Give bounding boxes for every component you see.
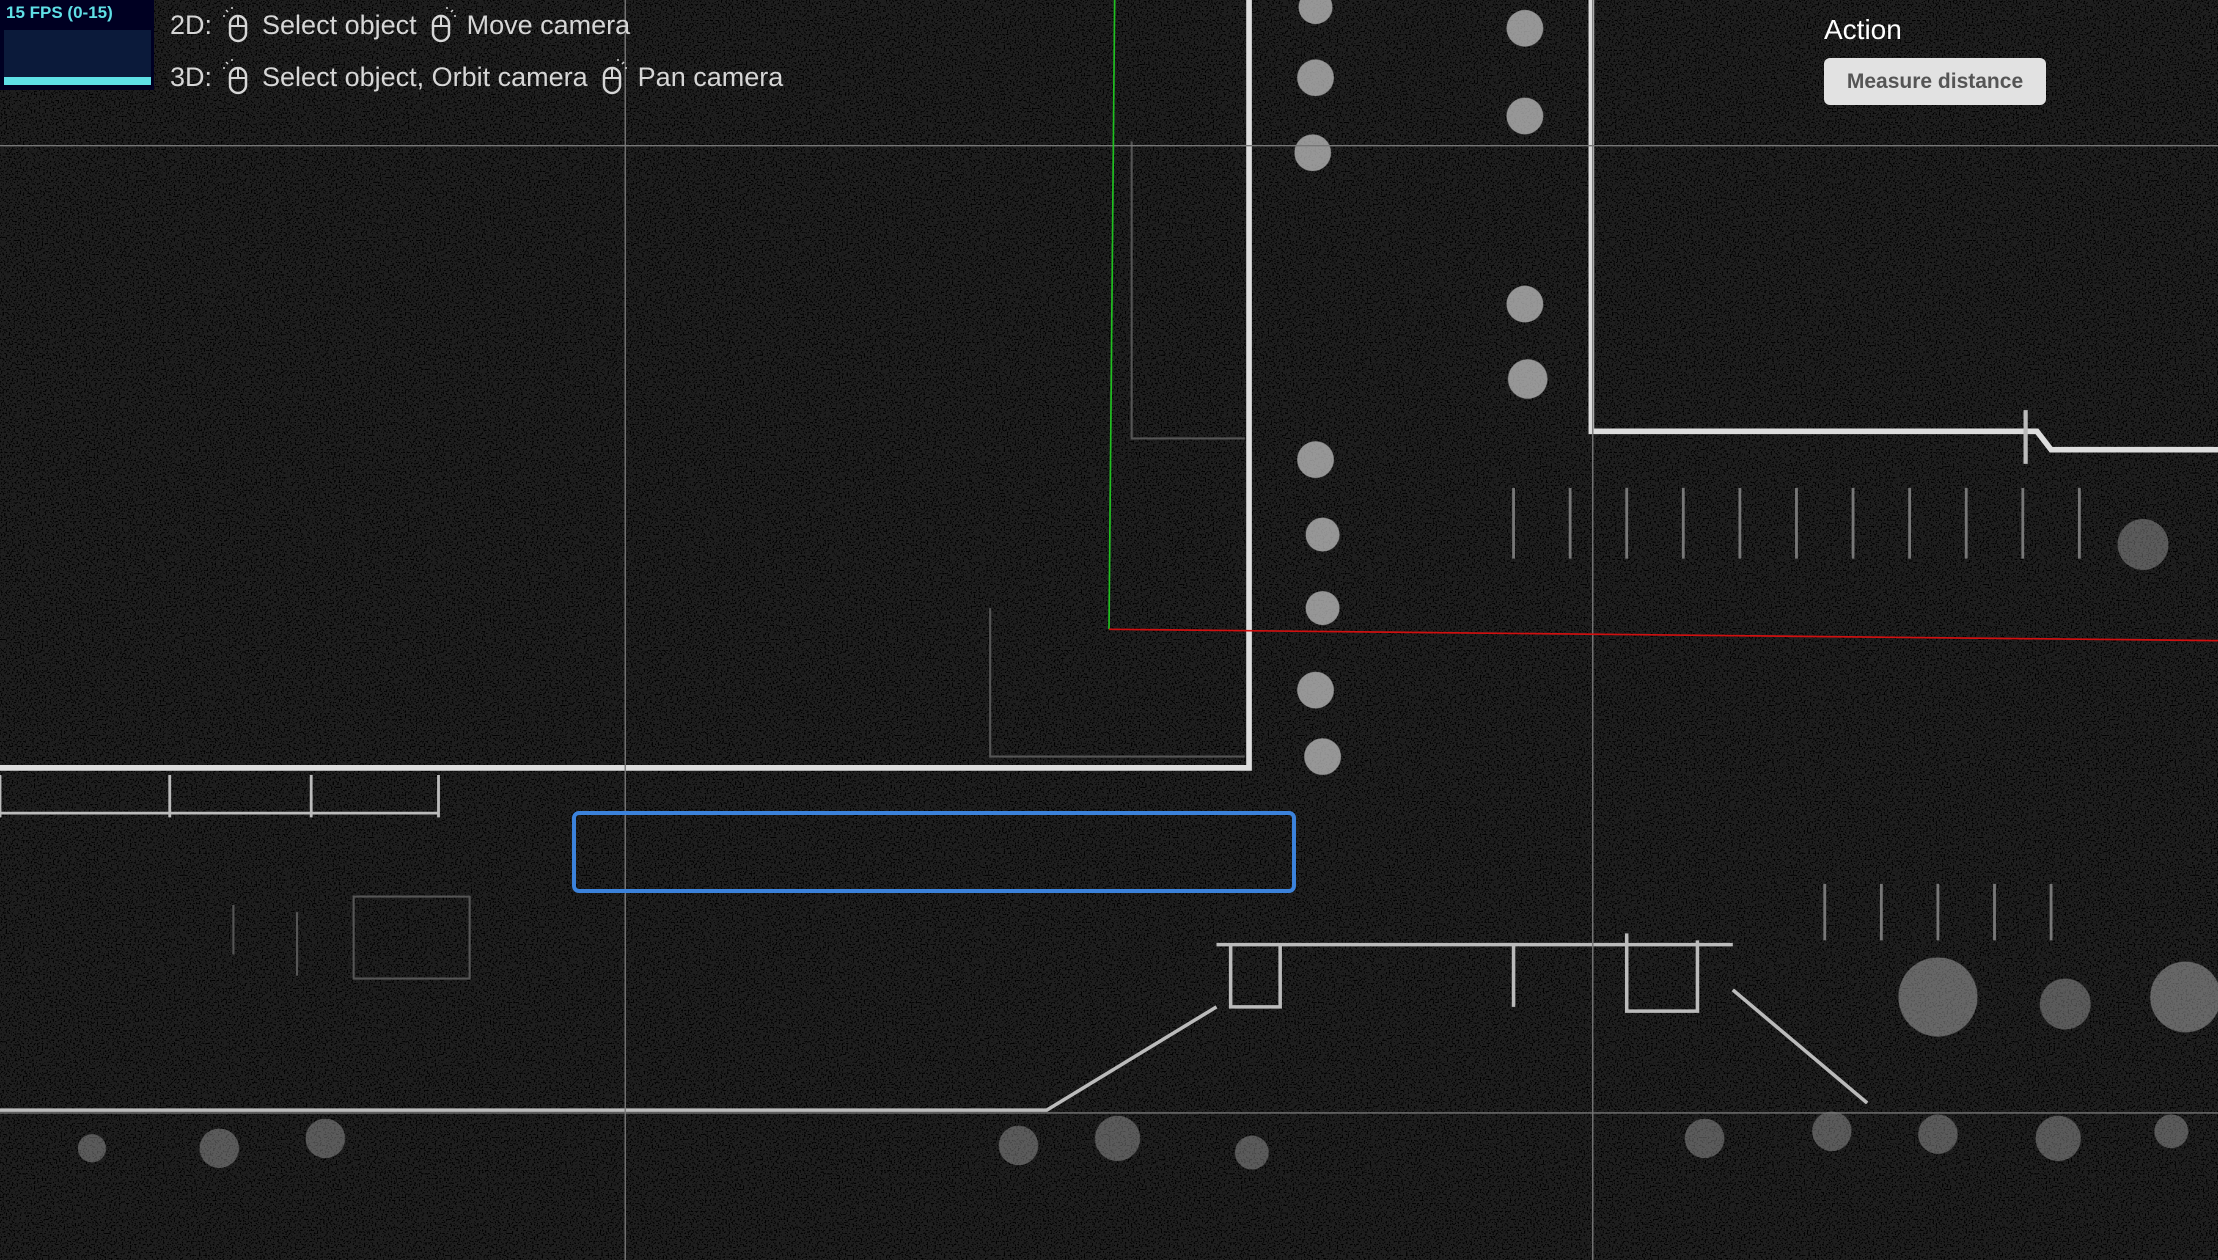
selection-rectangle[interactable] bbox=[572, 811, 1296, 893]
mouse-right-click-icon bbox=[602, 59, 627, 95]
mode-3d-label: 3D: bbox=[170, 61, 213, 92]
fps-monitor: 15 FPS (0-15) bbox=[0, 0, 154, 90]
mouse-left-click-icon bbox=[223, 7, 248, 43]
mouse-left-click-icon bbox=[223, 59, 248, 95]
select-orbit-hint: Select object, Orbit camera bbox=[262, 61, 588, 92]
move-camera-hint: Move camera bbox=[466, 9, 631, 40]
pan-camera-hint: Pan camera bbox=[637, 61, 784, 92]
mouse-right-click-icon bbox=[431, 7, 456, 43]
action-panel-title: Action bbox=[1824, 14, 1902, 45]
mode-2d-label: 2D: bbox=[170, 9, 213, 40]
fps-label: 15 FPS (0-15) bbox=[6, 3, 113, 22]
point-cloud-viewport[interactable] bbox=[0, 0, 2218, 1260]
measure-distance-button[interactable]: Measure distance bbox=[1824, 58, 2046, 105]
select-object-hint: Select object bbox=[262, 9, 417, 40]
controls-help-3d: 3D: Select object, Orbit camera Pan came… bbox=[170, 58, 783, 96]
controls-help-2d: 2D: Select object Move camera bbox=[170, 6, 630, 44]
fps-graph-bar bbox=[4, 77, 151, 85]
